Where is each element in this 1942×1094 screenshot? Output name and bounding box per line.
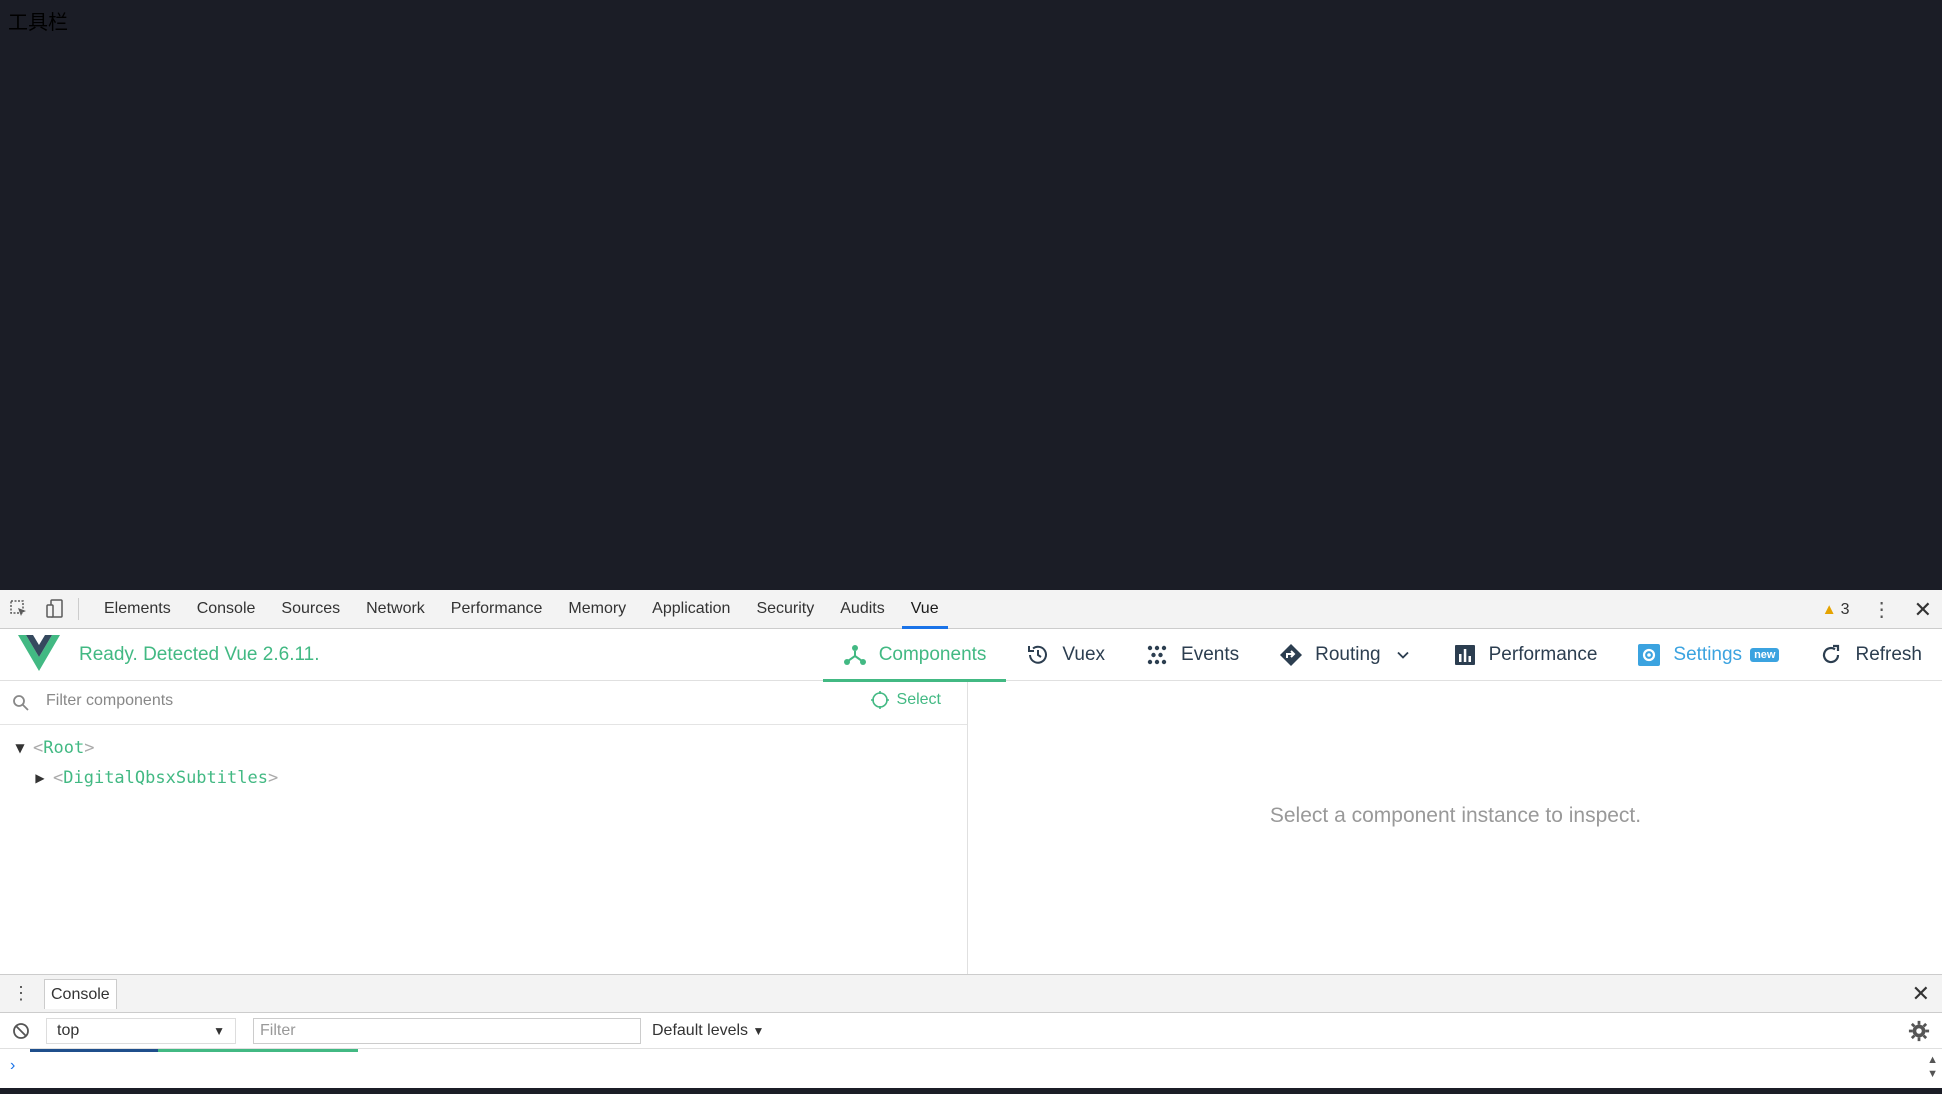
tab-application[interactable]: Application <box>639 590 743 628</box>
components-icon <box>843 645 866 665</box>
tab-network[interactable]: Network <box>353 590 438 628</box>
drawer-menu-icon[interactable]: ⋮ <box>12 983 30 1004</box>
bar-chart-icon <box>1454 645 1475 665</box>
dropdown-arrow-icon: ▼ <box>213 1024 225 1038</box>
tab-memory[interactable]: Memory <box>555 590 639 628</box>
select-component-button[interactable]: Select <box>870 691 941 709</box>
drawer-tabbar: ⋮ Console ✕ <box>0 975 1942 1013</box>
tab-performance[interactable]: Performance <box>438 590 556 628</box>
device-toolbar-icon[interactable] <box>44 598 66 620</box>
refresh-icon <box>1823 644 1840 664</box>
search-icon <box>13 695 29 711</box>
nav-settings[interactable]: Settings new <box>1617 629 1799 681</box>
component-filter-input[interactable]: Filter components <box>46 692 173 710</box>
chevron-down-icon <box>1396 651 1409 659</box>
collapsed-arrow-icon[interactable]: ▶ <box>33 771 47 785</box>
console-drawer: ⋮ Console ✕ top ▼ Filter Default levels … <box>0 974 1942 1094</box>
log-levels-label: Default levels <box>652 1022 749 1039</box>
inspect-element-icon[interactable] <box>8 598 30 620</box>
customize-menu-icon[interactable]: ⋮ <box>1872 597 1892 622</box>
page-toolbar-label: 工具栏 <box>8 10 68 34</box>
context-selector[interactable]: top ▼ <box>46 1018 236 1044</box>
warnings-counter[interactable]: ▲ 3 <box>1822 601 1850 619</box>
nav-events[interactable]: Events <box>1125 629 1259 681</box>
devtools-panel: Elements Console Sources Network Perform… <box>0 590 1942 1094</box>
tab-audits[interactable]: Audits <box>827 590 897 628</box>
expanded-arrow-icon[interactable]: ▼ <box>13 741 27 755</box>
select-label: Select <box>896 691 941 708</box>
target-icon <box>870 691 889 709</box>
drawer-tab-console[interactable]: Console <box>44 979 117 1009</box>
bottom-edge <box>0 1088 1942 1094</box>
root-tag-name: Root <box>43 738 85 758</box>
close-devtools-icon[interactable]: ✕ <box>1914 597 1932 623</box>
dropdown-arrow-icon: ▼ <box>752 1024 765 1038</box>
nav-performance[interactable]: Performance <box>1433 629 1618 681</box>
inspected-page: 工具栏 <box>0 0 1942 590</box>
clear-console-icon[interactable] <box>12 1022 30 1040</box>
nav-components[interactable]: Components <box>822 629 1007 682</box>
tab-elements[interactable]: Elements <box>91 590 184 628</box>
tab-sources[interactable]: Sources <box>268 590 353 628</box>
gear-icon[interactable] <box>1908 1020 1930 1042</box>
progress-bar-segment <box>158 1049 358 1052</box>
console-toolbar: top ▼ Filter Default levels ▼ <box>0 1013 1942 1049</box>
log-levels-dropdown[interactable]: Default levels ▼ <box>652 1022 764 1040</box>
directions-icon <box>1280 644 1303 666</box>
warning-count: 3 <box>1840 600 1850 618</box>
nav-vuex-label: Vuex <box>1062 644 1106 665</box>
context-value: top <box>57 1022 80 1039</box>
history-icon <box>1028 645 1048 664</box>
nav-components-label: Components <box>878 644 987 665</box>
refresh-label: Refresh <box>1855 644 1922 665</box>
close-drawer-icon[interactable]: ✕ <box>1912 981 1930 1007</box>
component-filter-row: Filter components Select <box>0 682 967 725</box>
nav-settings-label: Settings <box>1673 644 1743 665</box>
vue-devtools-header: Ready. Detected Vue 2.6.11. Components V… <box>0 629 1942 682</box>
refresh-button[interactable]: Refresh <box>1799 629 1942 681</box>
nav-routing-label: Routing <box>1315 644 1381 665</box>
console-filter-input[interactable]: Filter <box>253 1018 641 1044</box>
nav-vuex[interactable]: Vuex <box>1006 629 1125 681</box>
console-prompt-row[interactable]: › ▲ ▼ <box>0 1049 1942 1087</box>
tree-node-child[interactable]: ▶ < DigitalQbsxSubtitles > <box>0 763 967 793</box>
new-badge: new <box>1750 648 1780 662</box>
toolbar-divider <box>78 598 79 620</box>
nav-routing[interactable]: Routing <box>1259 629 1433 681</box>
devtools-tabbar: Elements Console Sources Network Perform… <box>0 590 1942 629</box>
events-icon <box>1147 645 1167 665</box>
inspector-pane: Select a component instance to inspect. <box>969 682 1942 974</box>
components-pane: Filter components Select ▼ < Root > ▶ < Dig… <box>0 682 968 974</box>
vue-logo-icon <box>18 635 60 671</box>
tab-vue[interactable]: Vue <box>898 590 952 629</box>
nav-events-label: Events <box>1181 644 1240 665</box>
scrollbar[interactable]: ▲ ▼ <box>1927 1053 1938 1081</box>
inspect-placeholder-text: Select a component instance to inspect. <box>1269 804 1642 827</box>
progress-bar-segment <box>30 1049 158 1052</box>
tab-console[interactable]: Console <box>184 590 269 628</box>
child-tag-name: DigitalQbsxSubtitles <box>63 768 268 788</box>
tree-node-root[interactable]: ▼ < Root > <box>0 733 967 763</box>
nav-performance-label: Performance <box>1488 644 1598 665</box>
console-prompt: › <box>10 1057 16 1074</box>
component-tree: ▼ < Root > ▶ < DigitalQbsxSubtitles > <box>0 725 967 793</box>
vue-status-text: Ready. Detected Vue 2.6.11. <box>79 644 320 665</box>
settings-icon <box>1638 644 1661 666</box>
tab-security[interactable]: Security <box>743 590 827 628</box>
warning-icon: ▲ <box>1821 601 1837 618</box>
vue-nav: Components Vuex Events Routing Performan… <box>822 629 1942 682</box>
